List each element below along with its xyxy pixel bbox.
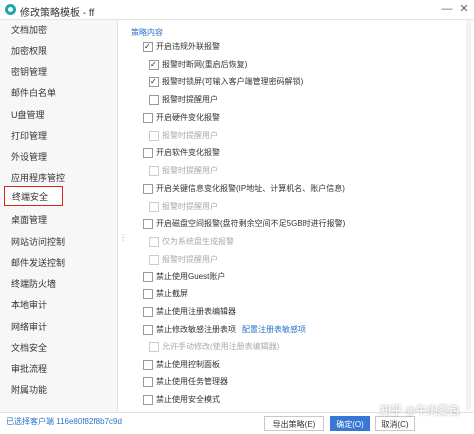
option-label: 禁止使用Guest账户: [156, 272, 226, 281]
checkbox[interactable]: [143, 113, 153, 123]
checkbox[interactable]: [149, 95, 159, 105]
option-label: 开启硬件变化报警: [156, 113, 220, 122]
option-label: 禁止使用任务管理器: [156, 377, 228, 386]
sidebar-item-mail-whitelist[interactable]: 邮件白名单: [0, 83, 117, 103]
watermark: 知乎 @牛肉蒸包: [380, 405, 460, 417]
sidebar-item-network-audit[interactable]: 网络审计: [0, 317, 117, 337]
sidebar-item-doc-security[interactable]: 文档安全: [0, 338, 117, 358]
option-label: 开启关键信息变化报警(IP地址、计算机名、账户信息): [156, 184, 345, 193]
checkbox-checked[interactable]: [149, 76, 159, 88]
sidebar-item-local-audit[interactable]: 本地审计: [0, 295, 117, 315]
sidebar-item-endpoint-security[interactable]: 终端安全: [4, 186, 63, 206]
selected-client-status: 已选择客户端 116e80f82f8b7c9d: [6, 417, 122, 426]
sidebar-item-firewall[interactable]: 终端防火墙: [0, 274, 117, 294]
cancel-button[interactable]: 取消(C): [375, 416, 415, 431]
sidebar-item-app-control[interactable]: 应用程序管控: [0, 168, 117, 188]
sidebar: 文档加密 加密权限 密钥管理 邮件白名单 U盘管理 打印管理 外设管理 应用程序…: [0, 20, 118, 412]
checkbox[interactable]: [143, 219, 153, 229]
checkbox-checked[interactable]: [149, 59, 159, 71]
option-label: 报警时锁屏(可输入客户端管理密码解锁): [162, 77, 304, 86]
window-title: 修改策略模板 - ff: [20, 8, 95, 19]
option-label: 仅为系统盘生成报警: [162, 237, 234, 246]
sidebar-item-auxiliary[interactable]: 附属功能: [0, 380, 117, 400]
checkbox: [149, 255, 159, 265]
sidebar-item-desktop-manage[interactable]: 桌面管理: [0, 210, 117, 230]
option-label: 报警时断网(重启后恢复): [162, 60, 248, 69]
option-label: 报警时提醒用户: [162, 202, 218, 211]
close-icon[interactable]: ✕: [457, 2, 471, 16]
minimize-icon[interactable]: —: [440, 2, 454, 16]
option-label: 禁止使用安全模式: [156, 395, 220, 404]
option-label: 开启违规外联报警: [156, 42, 220, 51]
checkbox: [149, 202, 159, 212]
option-text: 禁止修改敏感注册表项: [156, 325, 236, 334]
sidebar-item-mail-send[interactable]: 邮件发送控制: [0, 253, 117, 273]
checkbox[interactable]: [143, 377, 153, 387]
sidebar-item-approval[interactable]: 审批流程: [0, 359, 117, 379]
sidebar-item-usb-manage[interactable]: U盘管理: [0, 105, 117, 125]
sidebar-item-web-access[interactable]: 网站访问控制: [0, 232, 117, 252]
checkbox-checked[interactable]: [143, 41, 153, 53]
sidebar-item-key-manage[interactable]: 密钥管理: [0, 62, 117, 82]
sidebar-item-peripheral[interactable]: 外设管理: [0, 147, 117, 167]
option-label: 禁止使用控制面板: [156, 360, 220, 369]
checkbox[interactable]: [143, 360, 153, 370]
checkbox[interactable]: [143, 395, 153, 405]
checkbox[interactable]: [143, 289, 153, 299]
export-policy-button[interactable]: 导出策略(E): [264, 416, 324, 431]
option-label: 禁止截屏: [156, 289, 188, 298]
vertical-scrollbar[interactable]: [466, 20, 471, 410]
configure-sensitive-reg-link[interactable]: 配置注册表敏感项: [242, 325, 306, 334]
app-logo-icon: [5, 4, 16, 15]
checkbox: [149, 237, 159, 247]
option-label: 报警时提醒用户: [162, 255, 218, 264]
option-label: 报警时提醒用户: [162, 131, 218, 140]
checkbox: [149, 342, 159, 352]
checkbox: [149, 131, 159, 141]
sidebar-item-print-manage[interactable]: 打印管理: [0, 126, 117, 146]
option-label: 报警时提醒用户: [162, 95, 218, 104]
option-label: 允许手动修改(使用注册表编辑器): [162, 342, 280, 351]
sidebar-item-doc-encrypt[interactable]: 文档加密: [0, 20, 117, 40]
checkbox[interactable]: [143, 325, 153, 335]
option-label: 开启磁盘空间报警(盘符剩余空间不足5GB时进行报警): [156, 219, 346, 228]
checkbox[interactable]: [143, 148, 153, 158]
section-title: 策略内容: [131, 28, 163, 37]
checkbox[interactable]: [143, 307, 153, 317]
title-bar: 修改策略模板 - ff — ✕: [0, 0, 474, 20]
ok-button[interactable]: 确定(O): [330, 416, 370, 431]
checkbox[interactable]: [143, 272, 153, 282]
option-label: 报警时提醒用户: [162, 166, 218, 175]
option-label: 禁止修改敏感注册表项 配置注册表敏感项: [156, 324, 306, 336]
option-label: 禁止使用注册表编辑器: [156, 307, 236, 316]
checkbox[interactable]: [143, 184, 153, 194]
sidebar-item-encrypt-perm[interactable]: 加密权限: [0, 41, 117, 61]
checkbox: [149, 166, 159, 176]
option-label: 开启软件变化报警: [156, 148, 220, 157]
policy-content: 策略内容 开启违规外联报警 报警时断网(重启后恢复) 报警时锁屏(可输入客户端管…: [121, 20, 471, 412]
